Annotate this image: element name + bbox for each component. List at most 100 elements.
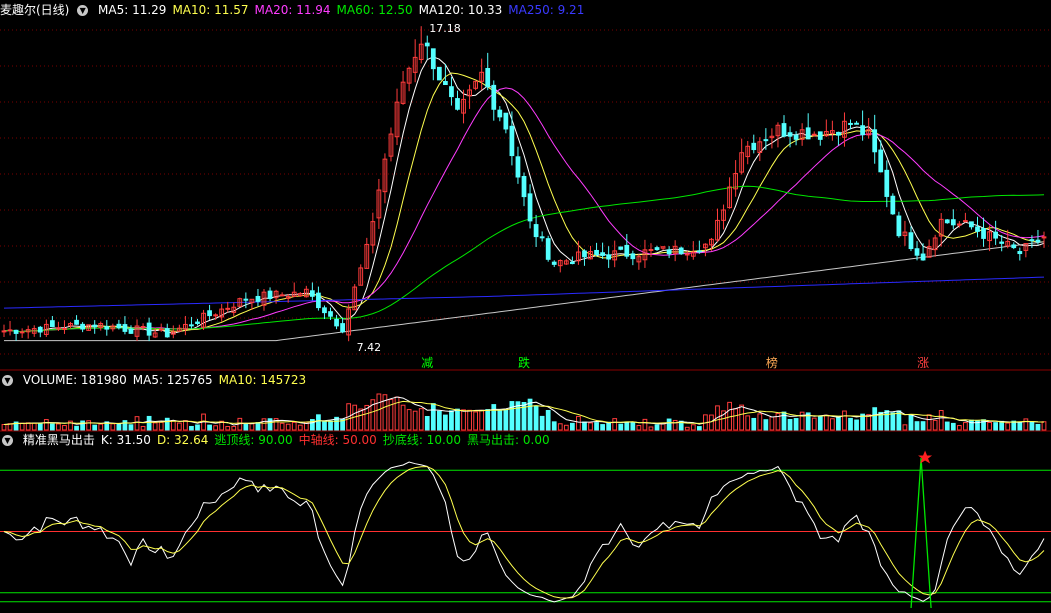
volume-bar-97 (588, 422, 593, 431)
candle-body-144 (872, 129, 878, 153)
volume-bar-72 (436, 410, 442, 431)
chevron-down-icon[interactable]: ▼ (2, 375, 13, 386)
volume-bar-122 (739, 404, 745, 431)
volume-bar-19 (116, 423, 122, 431)
candle-body-124 (751, 142, 757, 151)
volume-bar-141 (854, 419, 859, 431)
chevron-down-icon[interactable]: ▼ (2, 435, 13, 446)
volume-bar-111 (672, 419, 678, 431)
candle-body-96 (582, 250, 587, 258)
volume-bar-5 (31, 422, 37, 431)
volume-bar-66 (400, 404, 406, 431)
candle-body-146 (884, 169, 890, 197)
stock-chart[interactable]: 17.18 7.42 减 跌 榜 涨 (0, 0, 1051, 613)
price-header: 麦趣尔(日线) ▼ MA5: 11.29 MA10: 11.57 MA20: 11.… (0, 2, 596, 18)
volume-bar-108 (654, 424, 660, 431)
candle-body-89 (539, 236, 545, 239)
volume-panel[interactable] (1, 393, 1047, 431)
volume-bar-90 (545, 409, 551, 431)
candle-body-99 (600, 252, 605, 256)
candle-body-73 (443, 81, 448, 85)
volume-bar-49 (297, 424, 303, 431)
series-ma60 (3, 185, 1045, 333)
candle-body-160 (969, 221, 974, 228)
volume-bar-41 (249, 423, 255, 431)
chevron-down-icon[interactable]: ▼ (77, 5, 89, 16)
volume-bar-154 (932, 419, 938, 431)
indicator-label-0: 精准黑马出击 (22, 433, 95, 447)
volume-bar-153 (926, 414, 932, 431)
candle-body-88 (533, 224, 539, 238)
volume-bar-18 (110, 423, 116, 431)
candle-body-70 (424, 42, 430, 47)
candle-body-81 (491, 84, 497, 110)
volume-label-0: VOLUME: 181980 (22, 373, 127, 387)
volume-bar-14 (86, 420, 92, 431)
candle-body-133 (805, 127, 811, 140)
candle-body-140 (848, 122, 853, 125)
candle-body-131 (793, 134, 799, 140)
volume-bar-94 (569, 422, 575, 431)
candle-body-91 (551, 261, 557, 265)
volume-bar-103 (624, 421, 630, 431)
signal-annotation-1: 跌 (518, 355, 530, 370)
indicator-label-1: K: 31.50 (100, 433, 151, 447)
candle-body-12 (74, 319, 79, 325)
indicator-label-6: 黑马出击: 0.00 (467, 433, 550, 447)
volume-bar-12 (74, 425, 79, 431)
volume-bar-89 (539, 415, 545, 431)
candle-body-115 (696, 250, 702, 253)
candle-body-157 (950, 219, 956, 226)
volume-bar-67 (406, 409, 412, 431)
candle-body-135 (817, 131, 823, 140)
volume-bar-110 (666, 418, 672, 431)
candle-body-126 (763, 139, 769, 142)
ma-label-2: MA20: 11.94 (254, 3, 331, 17)
volume-bar-68 (412, 410, 418, 431)
candle-body-90 (545, 238, 551, 260)
candle-body-85 (515, 156, 521, 178)
volume-bar-9 (56, 423, 61, 431)
ma-legend: MA5: 11.29 MA10: 11.57 MA20: 11.94 MA60: 12… (98, 3, 590, 17)
volume-bar-106 (642, 418, 648, 431)
volume-bar-8 (49, 423, 55, 431)
candle-body-102 (618, 246, 624, 250)
volume-bar-71 (430, 403, 436, 431)
candle-body-6 (37, 326, 43, 333)
indicator-panel[interactable] (0, 450, 1051, 609)
volume-bar-31 (189, 425, 194, 431)
volume-bar-62 (376, 393, 382, 431)
volume-bar-134 (811, 417, 817, 431)
volume-bar-59 (358, 408, 364, 431)
volume-bar-163 (987, 421, 992, 431)
volume-bar-170 (1029, 421, 1035, 431)
volume-bar-48 (291, 421, 297, 431)
candle-body-17 (104, 326, 110, 330)
volume-bar-101 (612, 418, 618, 431)
volume-bar-75 (455, 408, 460, 431)
volume-header: ▼ VOLUME: 181980 MA5: 125765 MA10: 145723 (0, 372, 318, 388)
volume-bar-28 (170, 420, 176, 431)
volume-bar-127 (769, 416, 775, 431)
candle-body-94 (569, 261, 575, 265)
volume-bar-52 (316, 414, 321, 431)
volume-bar-155 (938, 410, 944, 431)
volume-bar-13 (80, 420, 85, 431)
candle-body-98 (594, 249, 599, 255)
volume-bar-77 (467, 409, 472, 431)
indicator-label-2: D: 32.64 (156, 433, 209, 447)
candle-body-170 (1029, 239, 1035, 242)
volume-bar-73 (443, 414, 448, 431)
volume-bar-105 (636, 425, 642, 431)
candle-body-82 (497, 109, 503, 118)
volume-bar-88 (533, 405, 539, 431)
candle-body-53 (322, 307, 327, 314)
volume-bar-100 (606, 421, 612, 431)
volume-bar-165 (999, 420, 1005, 431)
volume-bar-136 (823, 414, 829, 431)
volume-bar-151 (914, 421, 920, 431)
volume-bar-149 (902, 424, 908, 431)
candle-body-26 (158, 328, 164, 331)
volume-bar-117 (709, 414, 714, 431)
candle-body-15 (92, 324, 98, 328)
